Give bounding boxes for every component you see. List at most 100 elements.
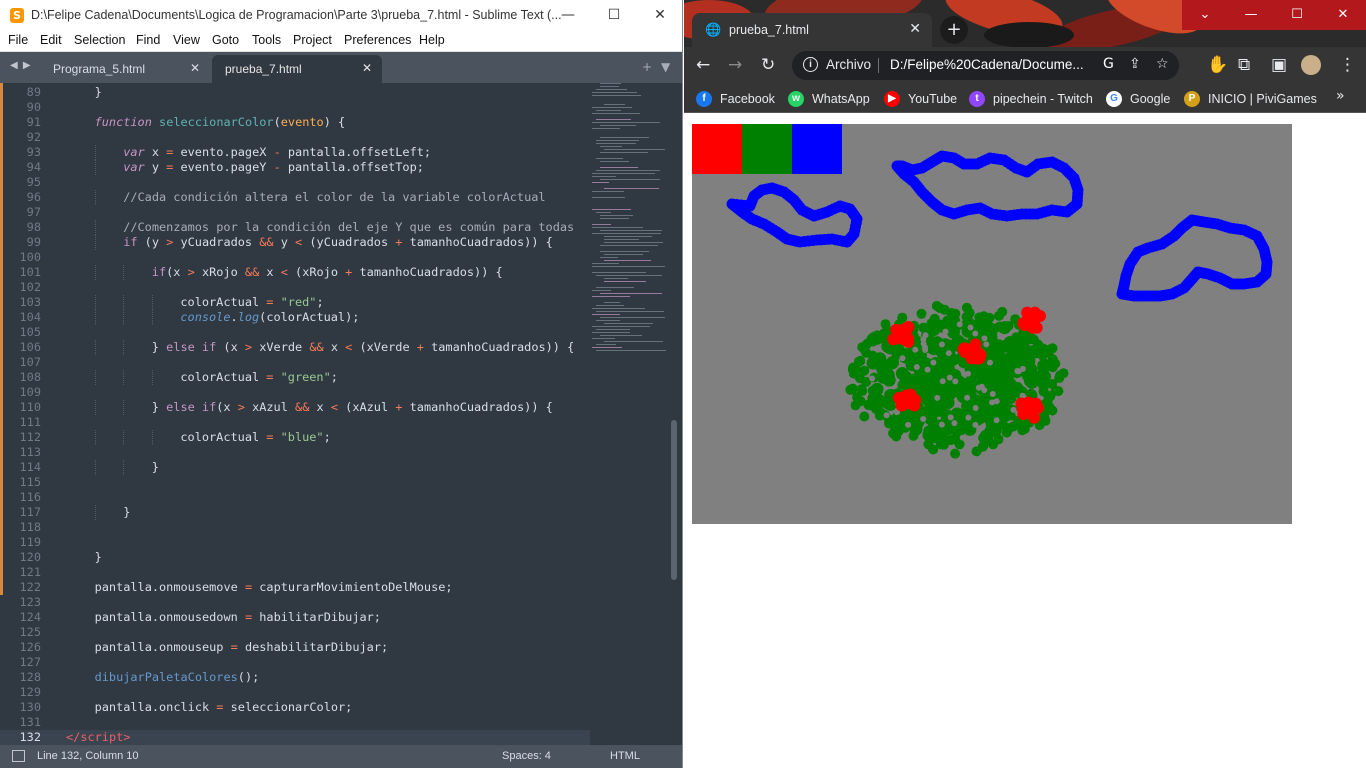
menu-kebab-icon[interactable]: ⋮	[1339, 55, 1356, 75]
code-line[interactable]: 107	[0, 355, 590, 370]
code-line[interactable]: 126 pantalla.onmouseup = deshabilitarDibu…	[0, 640, 590, 655]
code-line[interactable]: 97	[0, 205, 590, 220]
menu-selection[interactable]: Selection	[74, 33, 125, 47]
tab-prueba-7[interactable]: prueba_7.html ✕	[212, 55, 382, 83]
drawing-canvas[interactable]	[692, 124, 1292, 524]
adblock-extension-icon[interactable]: ✋	[1207, 55, 1228, 75]
code-line[interactable]: 103 colorActual = "red";	[0, 295, 590, 310]
close-button[interactable]: ✕	[1320, 0, 1366, 30]
code-editor[interactable]: 89} 90 91 function seleccionarColor(evento)…	[0, 85, 590, 745]
code-line[interactable]: 89}	[0, 85, 590, 100]
code-line[interactable]: 129	[0, 685, 590, 700]
tab-search-icon[interactable]: ⌄	[1182, 0, 1228, 30]
line-number: 107	[19, 355, 41, 369]
code-line[interactable]: 101 if(x > xRojo && x < (xRojo + tamanhoC…	[0, 265, 590, 280]
menu-view[interactable]: View	[173, 33, 200, 47]
green-stroke-dot	[855, 355, 866, 366]
code-line[interactable]: 105	[0, 325, 590, 340]
back-icon[interactable]: ←	[696, 55, 710, 75]
panel-toggle-icon[interactable]	[12, 750, 25, 762]
url-text[interactable]: D:/Felipe%20Cadena/Docume...	[890, 57, 1084, 72]
code-line[interactable]: 96 //Cada condición altera el color de la…	[0, 190, 590, 205]
menu-preferences[interactable]: Preferences	[344, 33, 411, 47]
minimize-button[interactable]: —	[545, 0, 591, 30]
minimize-button[interactable]: —	[1228, 0, 1274, 30]
code-line[interactable]: 128 dibujarPaletaColores();	[0, 670, 590, 685]
code-line[interactable]: 118	[0, 520, 590, 535]
code-line[interactable]: 132 </script>	[0, 730, 590, 745]
close-tab-icon[interactable]: ✕	[909, 21, 921, 37]
code-line[interactable]: 98 //Comenzamos por la condición del eje …	[0, 220, 590, 235]
maximize-button[interactable]: ☐	[591, 0, 637, 30]
code-line[interactable]: 104 console.log(colorActual);	[0, 310, 590, 325]
code-line[interactable]: 116	[0, 490, 590, 505]
code-line[interactable]: 106} else if (x > xVerde && x < (xVerde …	[0, 340, 590, 355]
cursor-position[interactable]: Line 132, Column 10	[37, 750, 139, 762]
code-line[interactable]: 108 colorActual = "green";	[0, 370, 590, 385]
new-tab-button[interactable]: +	[940, 16, 968, 44]
new-tab-icon[interactable]: +	[642, 60, 652, 74]
code-line[interactable]: 127	[0, 655, 590, 670]
side-panel-icon[interactable]: ▣	[1271, 55, 1287, 75]
tab-nav-arrows-icon[interactable]: ◀ ▶	[10, 60, 32, 71]
close-button[interactable]: ✕	[637, 0, 682, 30]
maximize-button[interactable]: ☐	[1274, 0, 1320, 30]
code-line[interactable]: 91 function seleccionarColor(evento) {	[0, 115, 590, 130]
forward-icon[interactable]: →	[728, 55, 742, 75]
profile-avatar[interactable]	[1301, 55, 1321, 75]
code-line[interactable]: 115	[0, 475, 590, 490]
line-number: 114	[19, 460, 41, 474]
menu-find[interactable]: Find	[136, 33, 160, 47]
code-line[interactable]: 92	[0, 130, 590, 145]
extensions-icon[interactable]: ⧉	[1238, 55, 1250, 75]
minimap[interactable]	[592, 83, 670, 383]
google-lens-icon[interactable]: G	[1103, 56, 1114, 72]
code-line[interactable]: 102	[0, 280, 590, 295]
code-line[interactable]: 130 pantalla.onclick = seleccionarColor;	[0, 700, 590, 715]
code-line[interactable]: 113	[0, 445, 590, 460]
code-line[interactable]: 117}	[0, 505, 590, 520]
green-stroke-dot	[859, 411, 870, 422]
menu-file[interactable]: File	[8, 33, 28, 47]
code-line[interactable]: 95	[0, 175, 590, 190]
tab-list-icon[interactable]: ▼	[661, 60, 670, 74]
code-line[interactable]: 109	[0, 385, 590, 400]
code-line[interactable]: 111	[0, 415, 590, 430]
code-line[interactable]: 99 if (y > yCuadrados && y < (yCuadrados …	[0, 235, 590, 250]
menu-edit[interactable]: Edit	[40, 33, 62, 47]
code-line[interactable]: 120}	[0, 550, 590, 565]
code-line[interactable]: 125	[0, 625, 590, 640]
code-line[interactable]: 90	[0, 100, 590, 115]
close-tab-icon[interactable]: ✕	[362, 61, 372, 75]
code-line[interactable]: 122 pantalla.onmousemove = capturarMovimi…	[0, 580, 590, 595]
menu-tools[interactable]: Tools	[252, 33, 281, 47]
address-bar[interactable]: i Archivo D:/Felipe%20Cadena/Docume... G…	[792, 51, 1179, 80]
share-icon[interactable]: ⇪	[1129, 56, 1141, 72]
indentation-setting[interactable]: Spaces: 4	[502, 750, 551, 762]
menu-help[interactable]: Help	[419, 33, 445, 47]
code-line[interactable]: 93 var x = evento.pageX - pantalla.offset…	[0, 145, 590, 160]
more-bookmarks-icon[interactable]: »	[1336, 88, 1345, 104]
code-line[interactable]: 100	[0, 250, 590, 265]
menu-goto[interactable]: Goto	[212, 33, 239, 47]
line-number: 123	[19, 595, 41, 609]
code-line[interactable]: 123	[0, 595, 590, 610]
editor-scrollbar[interactable]	[671, 420, 677, 580]
code-line[interactable]: 112 colorActual = "blue";	[0, 430, 590, 445]
code-line[interactable]: 114}	[0, 460, 590, 475]
code-line[interactable]: 110} else if(x > xAzul && x < (xAzul + t…	[0, 400, 590, 415]
browser-tab[interactable]: 🌐 prueba_7.html ✕	[692, 13, 932, 47]
code-line[interactable]: 94 var y = evento.pageY - pantalla.offset…	[0, 160, 590, 175]
menu-project[interactable]: Project	[293, 33, 332, 47]
bookmark-star-icon[interactable]: ☆	[1156, 56, 1169, 72]
code-line[interactable]: 131	[0, 715, 590, 730]
close-tab-icon[interactable]: ✕	[190, 61, 200, 75]
line-number: 113	[19, 445, 41, 459]
tab-programa-5[interactable]: Programa_5.html ✕	[40, 55, 210, 83]
syntax-setting[interactable]: HTML	[610, 750, 640, 762]
code-line[interactable]: 119	[0, 535, 590, 550]
code-line[interactable]: 121	[0, 565, 590, 580]
reload-icon[interactable]: ↻	[761, 55, 775, 75]
code-line[interactable]: 124 pantalla.onmousedown = habilitarDibuj…	[0, 610, 590, 625]
info-icon[interactable]: i	[803, 57, 818, 72]
